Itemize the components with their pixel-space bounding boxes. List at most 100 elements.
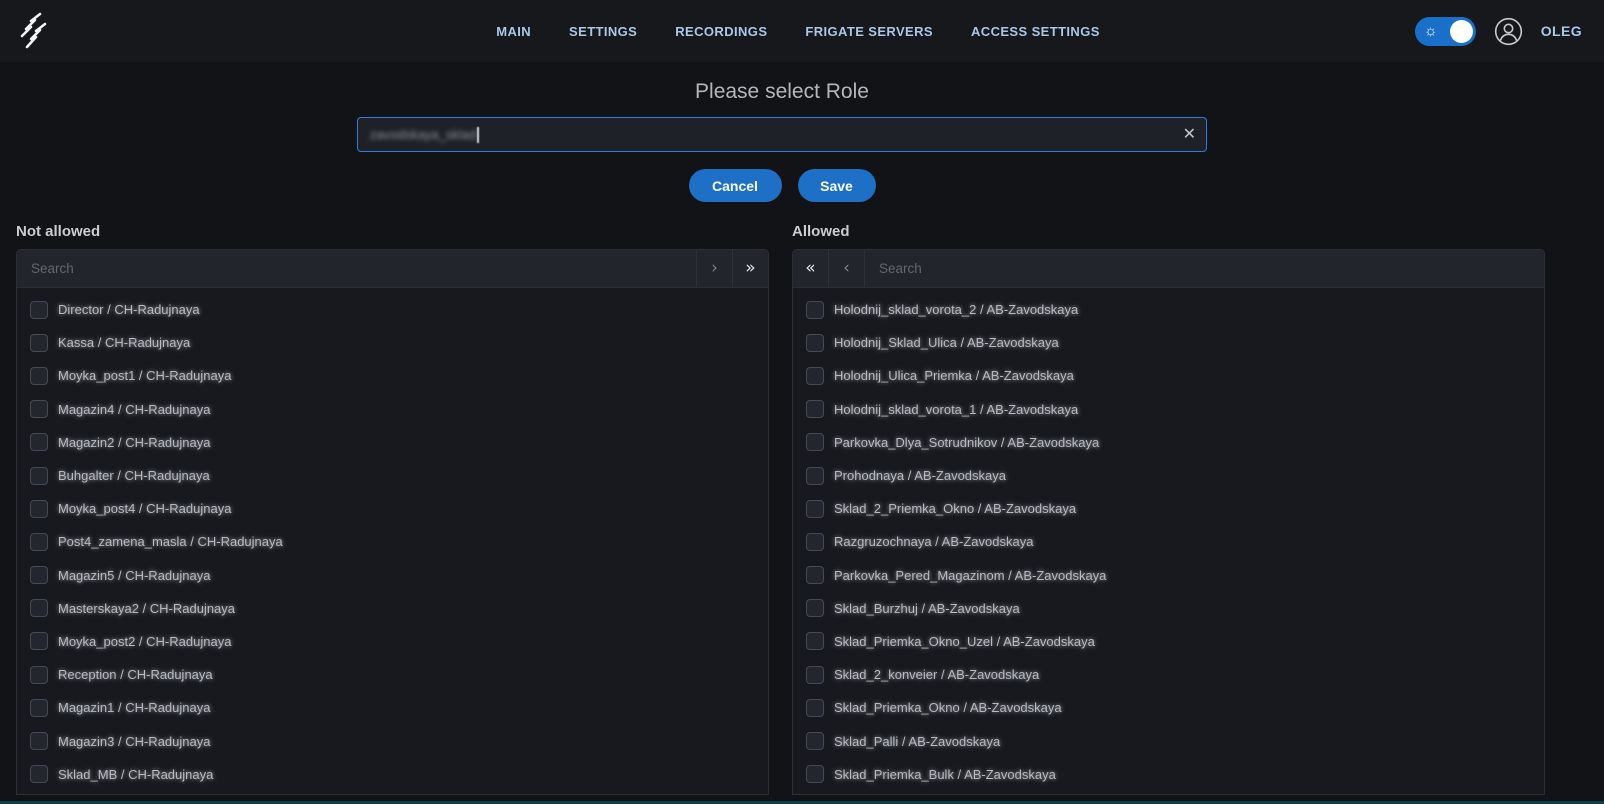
item-checkbox[interactable] [806, 334, 824, 352]
item-checkbox[interactable] [30, 632, 48, 650]
app-logo-icon[interactable] [14, 11, 56, 51]
item-label: Sklad_Priemka_Okno_Uzel / AB-Zavodskaya [834, 634, 1095, 649]
item-checkbox[interactable] [806, 632, 824, 650]
save-button[interactable]: Save [798, 169, 876, 202]
list-item[interactable]: Sklad_2_Priemka_Okno / AB-Zavodskaya [793, 492, 1544, 525]
username[interactable]: OLEG [1541, 23, 1582, 39]
item-checkbox[interactable] [806, 732, 824, 750]
list-item[interactable]: Holodnij_sklad_vorota_2 / AB-Zavodskaya [793, 293, 1544, 326]
list-item[interactable]: Sklad_Palli / AB-Zavodskaya [793, 724, 1544, 757]
list-item[interactable]: Moyka_post2 / CH-Radujnaya [17, 625, 768, 658]
item-checkbox[interactable] [30, 467, 48, 485]
item-checkbox[interactable] [806, 400, 824, 418]
item-label: Sklad_Priemka_Bulk / AB-Zavodskaya [834, 767, 1056, 782]
list-item[interactable]: Sklad_Priemka_Okno / AB-Zavodskaya [793, 691, 1544, 724]
item-checkbox[interactable] [806, 599, 824, 617]
item-label: Sklad_Burzhuj / AB-Zavodskaya [834, 601, 1020, 616]
item-checkbox[interactable] [806, 467, 824, 485]
item-checkbox[interactable] [30, 699, 48, 717]
allowed-panel: Allowed « ‹ Holodnij_sklad_vorota_2 / AB… [792, 223, 1545, 795]
item-checkbox[interactable] [806, 500, 824, 518]
list-item[interactable]: Holodnij_Ulica_Priemka / AB-Zavodskaya [793, 359, 1544, 392]
top-navbar: MAIN SETTINGS RECORDINGS FRIGATE SERVERS… [0, 0, 1604, 62]
item-checkbox[interactable] [806, 433, 824, 451]
list-item[interactable]: Kassa / CH-Radujnaya [17, 326, 768, 359]
list-item[interactable]: Magazin5 / CH-Radujnaya [17, 559, 768, 592]
item-checkbox[interactable] [30, 367, 48, 385]
allowed-box: « ‹ Holodnij_sklad_vorota_2 / AB-Zavodsk… [792, 249, 1545, 795]
list-item[interactable]: Sklad_MB / CH-Radujnaya [17, 758, 768, 791]
item-checkbox[interactable] [30, 400, 48, 418]
dialog-actions: Cancel Save [0, 169, 1564, 202]
item-label: Magazin2 / CH-Radujnaya [58, 435, 210, 450]
item-label: Razgruzochnaya / AB-Zavodskaya [834, 534, 1033, 549]
toggle-knob [1450, 20, 1473, 43]
theme-toggle[interactable]: ☼ [1415, 17, 1476, 46]
item-label: Moyka_post1 / CH-Radujnaya [58, 368, 231, 383]
list-item[interactable]: Magazin4 / CH-Radujnaya [17, 393, 768, 426]
not-allowed-search-input[interactable] [17, 250, 696, 287]
move-selected-left-button[interactable]: ‹ [829, 250, 865, 287]
list-item[interactable]: Prohodnaya / AB-Zavodskaya [793, 459, 1544, 492]
list-item[interactable]: Reception / CH-Radujnaya [17, 658, 768, 691]
item-checkbox[interactable] [806, 765, 824, 783]
clear-input-button[interactable]: ✕ [1183, 127, 1196, 143]
list-item[interactable]: Sklad_Priemka_Okno_Uzel / AB-Zavodskaya [793, 625, 1544, 658]
item-checkbox[interactable] [806, 566, 824, 584]
list-item[interactable]: Magazin1 / CH-Radujnaya [17, 691, 768, 724]
item-checkbox[interactable] [30, 533, 48, 551]
item-checkbox[interactable] [806, 533, 824, 551]
move-selected-right-button[interactable]: › [696, 250, 732, 287]
list-item[interactable]: Razgruzochnaya / AB-Zavodskaya [793, 525, 1544, 558]
list-item[interactable]: Parkovka_Pered_Magazinom / AB-Zavodskaya [793, 559, 1544, 592]
list-item[interactable]: Director / CH-Radujnaya [17, 293, 768, 326]
item-label: Holodnij_sklad_vorota_2 / AB-Zavodskaya [834, 302, 1078, 317]
nav-link[interactable]: FRIGATE SERVERS [805, 24, 933, 39]
text-caret [477, 127, 479, 143]
item-checkbox[interactable] [30, 765, 48, 783]
item-checkbox[interactable] [806, 666, 824, 684]
nav-link[interactable]: MAIN [496, 24, 531, 39]
nav-link[interactable]: SETTINGS [569, 24, 637, 39]
item-checkbox[interactable] [806, 699, 824, 717]
item-label: Magazin5 / CH-Radujnaya [58, 568, 210, 583]
item-checkbox[interactable] [30, 599, 48, 617]
item-label: Post4_zamena_masla / CH-Radujnaya [58, 534, 283, 549]
role-input-value: zavodskaya_sklad [370, 127, 476, 142]
item-checkbox[interactable] [30, 433, 48, 451]
move-all-right-button[interactable]: » [732, 250, 768, 287]
item-label: Holodnij_sklad_vorota_1 / AB-Zavodskaya [834, 402, 1078, 417]
list-item[interactable]: Post4_zamena_masla / CH-Radujnaya [17, 525, 768, 558]
list-item[interactable]: Parkovka_Dlya_Sotrudnikov / AB-Zavodskay… [793, 426, 1544, 459]
item-checkbox[interactable] [806, 301, 824, 319]
item-checkbox[interactable] [30, 666, 48, 684]
list-item[interactable]: Magazin2 / CH-Radujnaya [17, 426, 768, 459]
role-input[interactable]: zavodskaya_sklad ✕ [357, 117, 1207, 152]
list-item[interactable]: Sklad_Priemka_Bulk / AB-Zavodskaya [793, 758, 1544, 791]
list-item[interactable]: Masterskaya2 / CH-Radujnaya [17, 592, 768, 625]
not-allowed-list: Director / CH-Radujnaya Kassa / CH-Raduj… [17, 288, 768, 794]
page-title: Please select Role [0, 80, 1564, 104]
nav-link[interactable]: ACCESS SETTINGS [971, 24, 1100, 39]
nav-link[interactable]: RECORDINGS [675, 24, 767, 39]
list-item[interactable]: Holodnij_sklad_vorota_1 / AB-Zavodskaya [793, 393, 1544, 426]
item-checkbox[interactable] [30, 732, 48, 750]
item-checkbox[interactable] [30, 566, 48, 584]
not-allowed-panel: Not allowed › » Director / CH-Radujnaya … [16, 223, 769, 795]
cancel-button[interactable]: Cancel [689, 169, 782, 202]
allowed-search-input[interactable] [865, 250, 1544, 287]
item-checkbox[interactable] [806, 367, 824, 385]
list-item[interactable]: Buhgalter / CH-Radujnaya [17, 459, 768, 492]
list-item[interactable]: Moyka_post1 / CH-Radujnaya [17, 359, 768, 392]
list-item[interactable]: Sklad_2_konveier / AB-Zavodskaya [793, 658, 1544, 691]
move-all-left-button[interactable]: « [793, 250, 829, 287]
list-item[interactable]: Magazin3 / CH-Radujnaya [17, 724, 768, 757]
list-item[interactable]: Moyka_post4 / CH-Radujnaya [17, 492, 768, 525]
user-avatar-icon[interactable] [1494, 17, 1523, 46]
item-checkbox[interactable] [30, 301, 48, 319]
item-checkbox[interactable] [30, 334, 48, 352]
item-label: Masterskaya2 / CH-Radujnaya [58, 601, 235, 616]
list-item[interactable]: Holodnij_Sklad_Ulica / AB-Zavodskaya [793, 326, 1544, 359]
list-item[interactable]: Sklad_Burzhuj / AB-Zavodskaya [793, 592, 1544, 625]
item-checkbox[interactable] [30, 500, 48, 518]
